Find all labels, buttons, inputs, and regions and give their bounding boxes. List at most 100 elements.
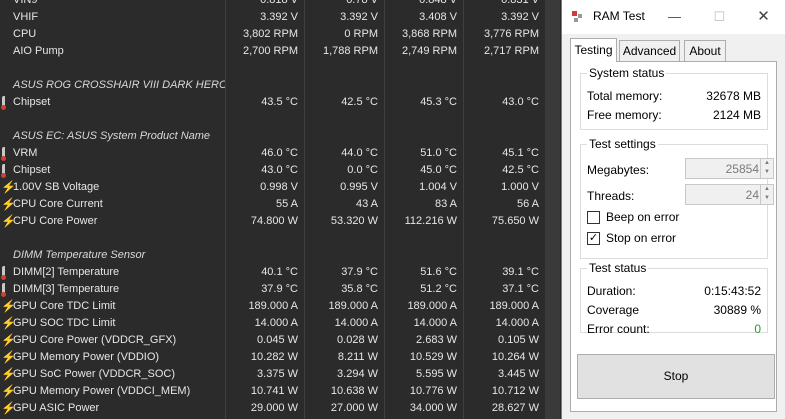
testing-tab-page: System status Total memory: 32678 MB Fre…	[570, 61, 777, 412]
sensor-maximum: 189.000 A	[407, 300, 457, 312]
thermometer-icon	[1, 266, 11, 280]
sensor-maximum: 1.004 V	[419, 181, 457, 193]
minimize-icon[interactable]: —	[652, 0, 697, 34]
sensor-label: GPU Memory Power (VDDCI_MEM)	[13, 385, 191, 397]
stop-on-error-label[interactable]: Stop on error	[606, 231, 676, 245]
sensor-current: 2,700 RPM	[242, 45, 298, 57]
sensor-row: DIMM[3] Temperature 37.9 °C 35.8 °C 51.2 °C…	[0, 281, 545, 298]
up-arrow-icon[interactable]: ▲	[761, 159, 773, 168]
duration-value: 0:15:43:52	[704, 284, 761, 298]
sensor-maximum: 83 A	[434, 198, 457, 210]
sensor-average: 42.5 °C	[502, 164, 539, 176]
sensor-minimum: 10.638 W	[330, 385, 378, 397]
sensor-maximum: 2,749 RPM	[401, 45, 457, 57]
sensor-minimum: 1,788 RPM	[322, 45, 378, 57]
sensor-current: 46.0 °C	[261, 147, 298, 159]
down-arrow-icon[interactable]: ▼	[761, 194, 773, 203]
error-count-value: 0	[754, 322, 761, 336]
sensor-row: ⚡ GPU SoC Power (VDDCR_SOC) 3.375 W 3.294 W…	[0, 366, 545, 383]
sensor-label: Chipset	[13, 164, 51, 176]
test-status-group: Test status Duration: 0:15:43:52 Coverag…	[580, 261, 768, 336]
lightning-bolt-icon: ⚡	[1, 197, 16, 211]
sensor-row: ⚡ GPU Core TDC Limit 189.000 A 189.000 A 189…	[0, 298, 545, 315]
sensor-maximum: 14.000 A	[413, 317, 457, 329]
ramtest-window: RAM Test — ☐ ✕ Testing Advanced About Sy…	[561, 0, 785, 419]
sensor-current: 55 A	[275, 198, 298, 210]
sensor-row: Chipset 43.0 °C 0.0 °C 45.0 °C 42.5 °C	[0, 162, 545, 179]
sensor-average: 0.105 W	[498, 334, 539, 346]
sensor-current: 10.741 W	[250, 385, 298, 397]
megabytes-label: Megabytes:	[587, 163, 650, 177]
stop-button[interactable]: Stop	[577, 354, 775, 399]
stepper-arrows[interactable]: ▲ ▼	[760, 159, 773, 178]
window-title: RAM Test	[593, 9, 645, 23]
sensor-average: 3.392 V	[501, 11, 539, 23]
sensor-current: 0.998 V	[260, 181, 298, 193]
lightning-bolt-icon: ⚡	[1, 316, 16, 330]
sensor-minimum: 35.8 °C	[341, 283, 378, 295]
sensor-current: 0.818 V	[260, 0, 298, 6]
down-arrow-icon[interactable]: ▼	[761, 168, 773, 177]
sensor-maximum: 10.529 W	[409, 351, 457, 363]
sensor-maximum: 3,868 RPM	[401, 28, 457, 40]
sensor-current: 3.375 W	[257, 368, 298, 380]
sensor-group-title: ASUS ROG CROSSHAIR VIII DARK HERO...	[13, 79, 225, 91]
lightning-bolt-icon: ⚡	[1, 214, 16, 228]
sensor-maximum: 45.3 °C	[420, 96, 457, 108]
sensor-average: 189.000 A	[489, 300, 539, 312]
sensor-row: VHIF 3.392 V 3.392 V 3.408 V 3.392 V	[0, 9, 545, 26]
megabytes-stepper[interactable]: 25854 ▲ ▼	[685, 158, 774, 179]
coverage-label: Coverage	[587, 303, 640, 317]
beep-on-error-checkbox[interactable]	[587, 211, 600, 224]
sensor-current: 14.000 A	[254, 317, 298, 329]
system-status-group: System status Total memory: 32678 MB Fre…	[580, 66, 768, 130]
lightning-bolt-icon: ⚡	[1, 333, 16, 347]
sensor-average: 39.1 °C	[502, 266, 539, 278]
sensor-row: CPU 3,802 RPM 0 RPM 3,868 RPM 3,776 RPM	[0, 26, 545, 43]
sensor-row: AIO Pump 2,700 RPM 1,788 RPM 2,749 RPM 2,717…	[0, 43, 545, 60]
sensor-label: GPU ASIC Power	[13, 402, 100, 414]
lightning-bolt-icon: ⚡	[1, 401, 16, 415]
sensor-label: DIMM[2] Temperature	[13, 266, 120, 278]
sensor-row: ⚡ GPU Memory Power (VDDCI_MEM) 10.741 W 10.…	[0, 383, 545, 400]
tab-advanced[interactable]: Advanced	[619, 40, 680, 62]
sensor-minimum: 42.5 °C	[341, 96, 378, 108]
stepper-arrows[interactable]: ▲ ▼	[760, 185, 773, 204]
blank-row	[0, 60, 545, 77]
sensor-label: VIN9	[13, 0, 38, 6]
sensor-average: 75.650 W	[491, 215, 539, 227]
thermometer-icon	[1, 283, 11, 297]
sensor-maximum: 10.776 W	[409, 385, 457, 397]
group-title: Test settings	[587, 137, 658, 151]
sensor-maximum: 34.000 W	[409, 402, 457, 414]
sensor-current: 10.282 W	[250, 351, 298, 363]
tab-about[interactable]: About	[684, 40, 726, 62]
lightning-bolt-icon: ⚡	[1, 180, 16, 194]
sensor-scrollbar[interactable]	[545, 0, 560, 419]
sensor-row: VIN9 0.818 V 0.78 V 0.848 V 0.831 V	[0, 0, 545, 9]
sensor-row: Chipset 43.5 °C 42.5 °C 45.3 °C 43.0 °C	[0, 94, 545, 111]
up-arrow-icon[interactable]: ▲	[761, 185, 773, 194]
sensor-minimum: 0.78 V	[346, 0, 378, 6]
tab-testing[interactable]: Testing	[570, 38, 617, 62]
sensor-maximum: 5.595 W	[416, 368, 457, 380]
sensor-minimum: 0.0 °C	[347, 164, 378, 176]
sensor-group-title: ASUS EC: ASUS System Product Name	[13, 130, 211, 142]
title-bar[interactable]: RAM Test — ☐ ✕	[562, 0, 785, 34]
sensor-average: 10.264 W	[491, 351, 539, 363]
sensor-minimum: 189.000 A	[328, 300, 378, 312]
sensor-label: AIO Pump	[13, 45, 64, 57]
sensor-label: Chipset	[13, 96, 51, 108]
error-count-label: Error count:	[587, 322, 650, 336]
group-title: Test status	[587, 261, 649, 275]
stop-on-error-checkbox[interactable]: ✓	[587, 232, 600, 245]
maximize-icon[interactable]: ☐	[697, 0, 742, 34]
sensor-current: 3,802 RPM	[242, 28, 298, 40]
thermometer-icon	[1, 147, 11, 161]
close-icon[interactable]: ✕	[741, 0, 785, 34]
beep-on-error-label[interactable]: Beep on error	[606, 210, 679, 224]
sensor-label: CPU	[13, 28, 37, 40]
sensor-current: 40.1 °C	[261, 266, 298, 278]
duration-label: Duration:	[587, 284, 636, 298]
threads-stepper[interactable]: 24 ▲ ▼	[685, 184, 774, 205]
